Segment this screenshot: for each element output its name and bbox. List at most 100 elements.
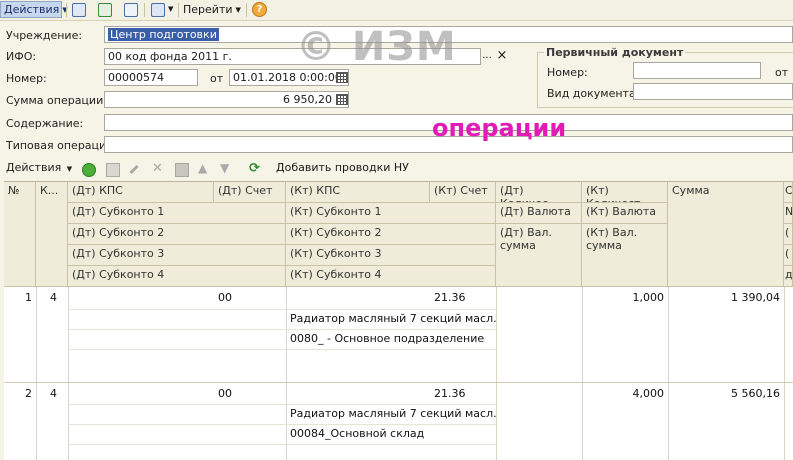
col-header-kt-sub4[interactable]: (Кт) Субконто 4 (286, 266, 496, 287)
calendar-icon[interactable] (336, 72, 348, 83)
toolbar-divider (144, 3, 145, 17)
ifo-value: 00 код фонда 2011 г. (108, 50, 232, 63)
row-kt-account: 21.36 (434, 387, 466, 400)
post-icon[interactable] (98, 3, 112, 17)
grid-line (68, 349, 496, 350)
table-actions-menu-button[interactable]: Действия ▼ (6, 161, 72, 174)
content-label: Содержание: (6, 117, 84, 130)
col-header-dt-sub3[interactable]: (Дт) Субконто 3 (68, 245, 286, 266)
institution-label: Учреждение: (6, 29, 83, 42)
col-header-extra3[interactable]: ( (784, 224, 793, 245)
col-header-kt-sub1[interactable]: (Кт) Субконто 1 (286, 203, 496, 224)
row-dt-account: 00 (218, 387, 232, 400)
col-header-num[interactable]: № (4, 182, 36, 287)
col-header-dt-currency-sum[interactable]: (Дт) Вал. сумма (496, 224, 582, 287)
move-up-icon[interactable]: ▲ (198, 162, 210, 175)
col-header-extra4[interactable]: ( (784, 245, 793, 266)
sum-field[interactable]: 6 950,20 (104, 91, 349, 108)
col-header-dt-kps[interactable]: (Дт) КПС (68, 182, 214, 203)
row-kt-qty: 1,000 (632, 291, 665, 304)
primary-doc-number-field[interactable] (633, 62, 761, 79)
refresh-icon[interactable]: ⟳ (249, 162, 261, 175)
row-dt-account: 00 (218, 291, 232, 304)
col-header-dt-sub4[interactable]: (Дт) Субконто 4 (68, 266, 286, 287)
row-sum: 1 390,04 (731, 291, 780, 304)
row-kt-account: 21.36 (434, 291, 466, 304)
add-row-icon[interactable] (82, 163, 96, 177)
chevron-down-icon: ▼ (66, 165, 73, 173)
actions-menu-label: Действия (4, 3, 60, 16)
col-header-dt-sub1[interactable]: (Дт) Субконто 1 (68, 203, 286, 224)
row-separator (4, 382, 793, 383)
close-icon: × (496, 48, 508, 63)
sum-label: Сумма операции: (6, 94, 107, 107)
delete-icon[interactable]: ✕ (152, 162, 164, 175)
date-from-label: от (210, 72, 224, 85)
watermark-logo: © ИЗМ (296, 24, 457, 70)
number-field[interactable]: 00000574 (104, 69, 198, 86)
chevron-down-icon[interactable]: ▼ (168, 5, 173, 13)
row-kt-sub2: 00084_Основной склад (290, 427, 425, 440)
col-header-extra[interactable]: С (784, 182, 793, 203)
col-header-dt-sub2[interactable]: (Дт) Субконто 2 (68, 224, 286, 245)
grid-line (582, 287, 583, 460)
col-header-dt-currency[interactable]: (Дт) Валюта (496, 203, 582, 224)
chevron-down-icon: ▼ (235, 5, 241, 14)
grid-line (668, 287, 669, 460)
grid-line (68, 444, 496, 445)
row-sum: 5 560,16 (731, 387, 780, 400)
typical-operation-label: Типовая операция: (6, 139, 117, 152)
col-header-dt-account[interactable]: (Дт) Счет (214, 182, 286, 203)
watermark-text: © ИЗМ (296, 24, 457, 70)
refresh-document-icon[interactable] (124, 3, 138, 17)
row-k: 4 (50, 291, 57, 304)
grid-line (68, 287, 69, 460)
grid-line (36, 287, 37, 460)
help-icon[interactable]: ? (252, 2, 267, 17)
col-header-extra2[interactable]: N (784, 203, 793, 224)
ifo-clear-button[interactable]: × (495, 48, 509, 65)
col-header-kt-sub2[interactable]: (Кт) Субконто 2 (286, 224, 496, 245)
main-toolbar: Действия ▼ ▼ Перейти ▼ ? (0, 0, 793, 21)
overlay-caption: операции (432, 114, 566, 142)
col-header-kt-kps[interactable]: (Кт) КПС (286, 182, 430, 203)
goto-menu-label: Перейти (183, 3, 233, 16)
save-icon[interactable] (175, 163, 189, 177)
ifo-label: ИФО: (6, 50, 37, 63)
calculator-icon[interactable] (336, 94, 348, 105)
col-header-kt-currency-sum[interactable]: (Кт) Вал. сумма (582, 224, 668, 287)
number-value: 00000574 (108, 71, 164, 84)
row-kt-qty: 4,000 (632, 387, 665, 400)
actions-menu-button[interactable]: Действия ▼ (0, 1, 68, 18)
move-down-icon[interactable]: ▼ (220, 162, 232, 175)
col-header-kt-qty[interactable]: (Кт) Количест... (582, 182, 668, 203)
go-to-icon[interactable] (151, 3, 165, 17)
col-header-kt-currency[interactable]: (Кт) Валюта (582, 203, 668, 224)
table-actions-label: Действия (6, 161, 62, 174)
institution-value: Центр подготовки (108, 28, 219, 41)
sum-value: 6 950,20 (283, 93, 332, 106)
primary-document-title: Первичный документ (544, 46, 686, 59)
post-and-close-icon[interactable] (72, 3, 86, 17)
row-kt-sub1: Радиатор масляный 7 секций масл. (290, 407, 496, 420)
copy-row-icon[interactable] (106, 163, 120, 177)
col-header-kt-sub3[interactable]: (Кт) Субконто 3 (286, 245, 496, 266)
col-header-dt-qty[interactable]: (Дт) Количес... (496, 182, 582, 203)
toolbar-divider (66, 3, 67, 17)
col-header-extra5[interactable]: д (784, 266, 793, 287)
doctype-label: Вид документа: (547, 87, 640, 100)
primary-doc-number-label: Номер: (547, 66, 588, 79)
overlay-caption-text: операции (432, 114, 567, 142)
col-header-sum[interactable]: Сумма (668, 182, 784, 287)
col-header-k[interactable]: К... (36, 182, 68, 287)
doctype-field[interactable] (633, 83, 793, 100)
toolbar-divider (178, 3, 179, 17)
toolbar-divider (246, 3, 247, 17)
ellipsis-icon: ... (482, 50, 492, 61)
col-header-kt-account[interactable]: (Кт) Счет (430, 182, 496, 203)
add-ny-entries-button[interactable]: Добавить проводки НУ (276, 161, 409, 174)
ifo-select-button[interactable]: ... (480, 48, 494, 65)
edit-icon[interactable] (129, 163, 141, 175)
date-field[interactable]: 01.01.2018 0:00:00 (229, 69, 349, 86)
goto-menu-button[interactable]: Перейти ▼ (183, 1, 243, 18)
